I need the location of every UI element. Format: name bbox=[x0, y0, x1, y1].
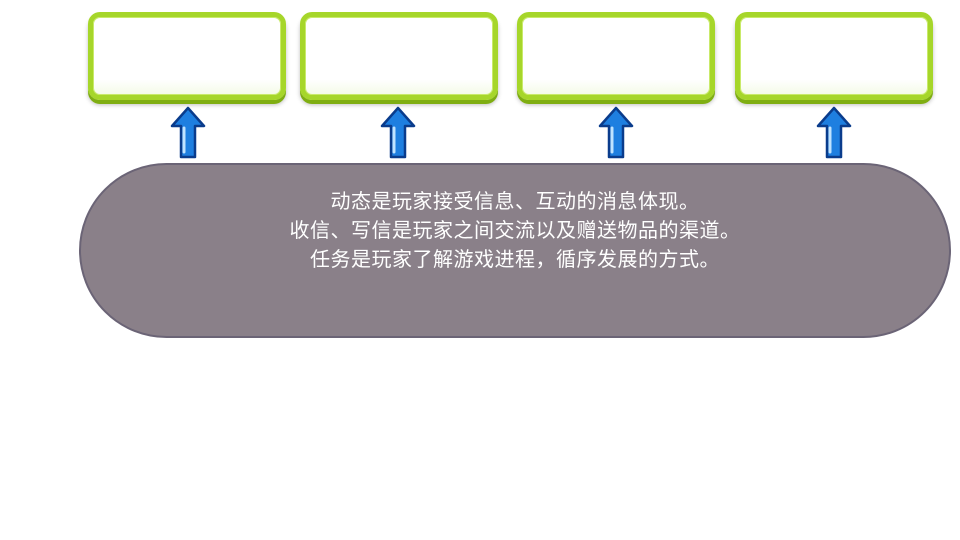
arrow-up-icon bbox=[170, 106, 206, 159]
box-1 bbox=[88, 12, 286, 100]
description-panel: 动态是玩家接受信息、互动的消息体现。 收信、写信是玩家之间交流以及赠送物品的渠道… bbox=[79, 163, 951, 338]
arrow-up-icon bbox=[598, 106, 634, 159]
box-4 bbox=[735, 12, 933, 100]
arrow-up-icon bbox=[816, 106, 852, 159]
arrow-up-icon bbox=[380, 106, 416, 159]
box-3 bbox=[517, 12, 715, 100]
description-line-2: 收信、写信是玩家之间交流以及赠送物品的渠道。 bbox=[289, 218, 741, 242]
description-line-3: 任务是玩家了解游戏进程，循序发展的方式。 bbox=[310, 247, 720, 271]
description-line-1: 动态是玩家接受信息、互动的消息体现。 bbox=[330, 189, 700, 213]
box-2 bbox=[300, 12, 498, 100]
